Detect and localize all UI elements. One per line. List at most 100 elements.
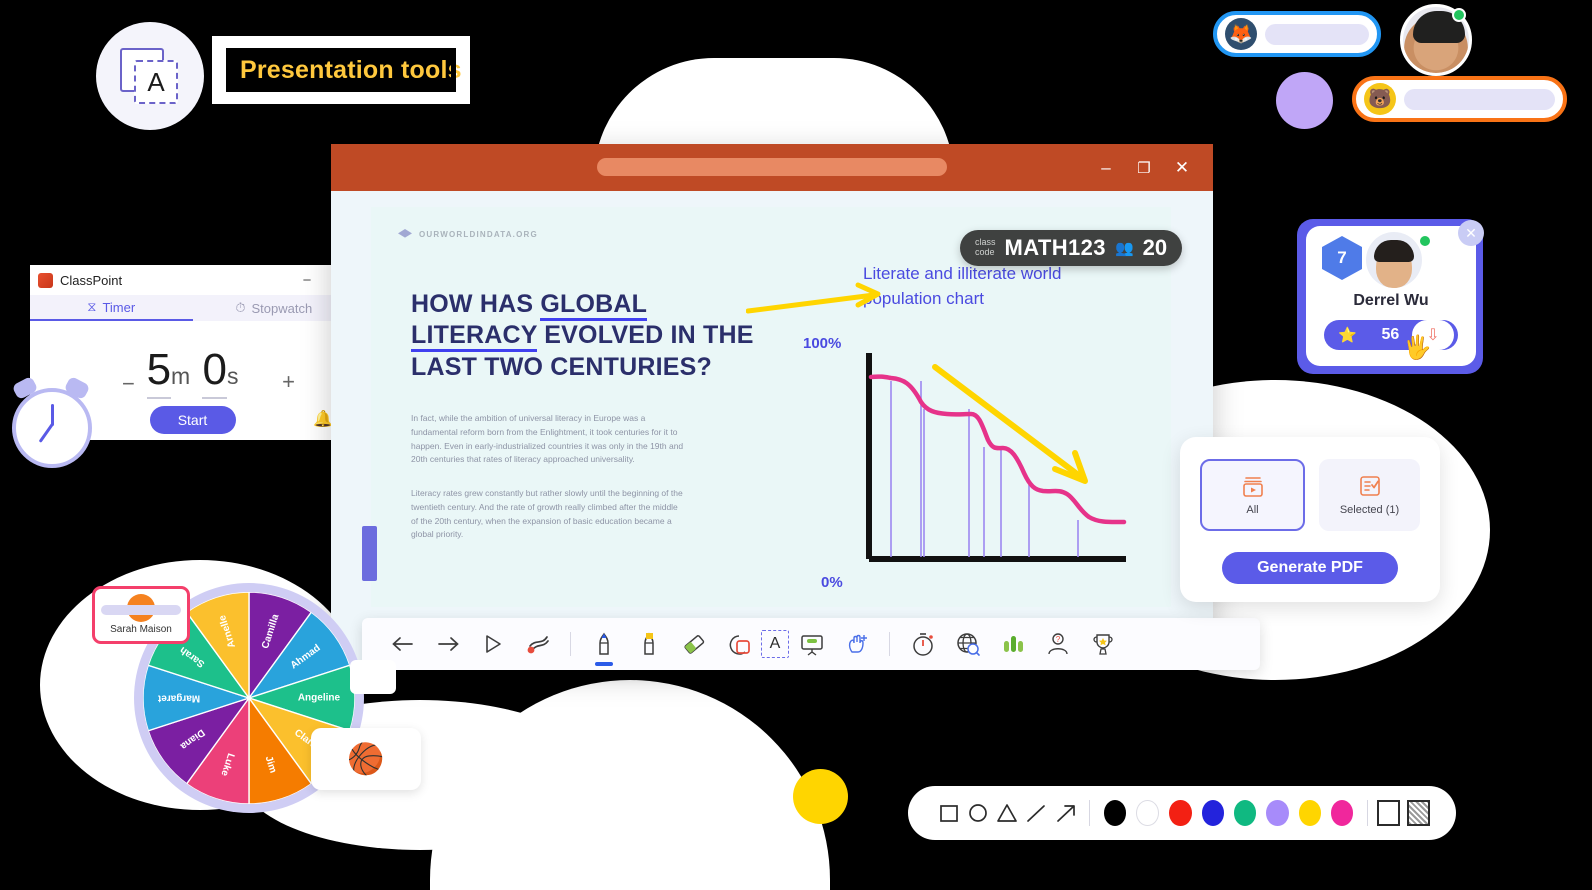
class-code-label: class code bbox=[975, 237, 996, 257]
rectangle-shape-button[interactable] bbox=[934, 796, 963, 830]
hourglass-icon: ⧖ bbox=[87, 299, 97, 314]
pen-tool-button[interactable] bbox=[581, 624, 626, 666]
wheel-segment-label: Angeline bbox=[298, 693, 341, 704]
title-placeholder-bar bbox=[597, 158, 947, 176]
bear-avatar-icon: 🐻 bbox=[1364, 83, 1396, 115]
y-axis-label-min: 0% bbox=[821, 574, 843, 591]
slide-canvas[interactable]: OURWORLDINDATA.ORG HOW HAS GLOBAL LITERAC… bbox=[371, 207, 1171, 607]
slides-stack-icon bbox=[1242, 477, 1263, 497]
presentation-maximize-button[interactable]: ❐ bbox=[1125, 153, 1163, 183]
previous-slide-button[interactable] bbox=[380, 624, 425, 664]
pdf-option-all[interactable]: All bbox=[1200, 459, 1305, 531]
color-swatch-blue[interactable] bbox=[1201, 800, 1224, 826]
selected-name-label: Sarah Maison bbox=[110, 624, 172, 635]
fill-hatch-button[interactable] bbox=[1407, 800, 1431, 826]
annotation-arrow-trend bbox=[932, 364, 1088, 484]
presentation-minimize-button[interactable]: – bbox=[1087, 153, 1125, 183]
shapes-tool-button[interactable] bbox=[716, 624, 761, 664]
eraser-tool-button[interactable] bbox=[671, 624, 716, 664]
toolbar-divider bbox=[1367, 800, 1369, 826]
generate-pdf-button[interactable]: Generate PDF bbox=[1222, 552, 1398, 584]
timer-seconds[interactable]: 0 bbox=[202, 345, 227, 399]
selected-name-bar bbox=[101, 605, 181, 615]
presenter-toolbar: A ? bbox=[362, 618, 1260, 670]
student-points-row[interactable]: ⭐ 56 ⇩ bbox=[1324, 320, 1458, 350]
class-code-badge[interactable]: class code MATH123 👥 20 bbox=[960, 230, 1183, 266]
highlighter-tool-button[interactable] bbox=[626, 624, 671, 664]
pdf-option-all-label: All bbox=[1246, 504, 1259, 516]
student-name: Derrel Wu bbox=[1353, 292, 1429, 309]
whiteboard-button[interactable] bbox=[789, 624, 834, 664]
online-status-dot bbox=[1452, 8, 1466, 22]
fill-none-button[interactable] bbox=[1377, 800, 1401, 826]
star-icon: ⭐ bbox=[1338, 327, 1357, 344]
timer-seconds-unit: s bbox=[226, 363, 239, 389]
bar-chart-button[interactable] bbox=[990, 624, 1035, 664]
background-yellow-dot bbox=[793, 769, 848, 824]
tab-timer-label: Timer bbox=[102, 299, 136, 315]
bell-icon[interactable]: 🔔 bbox=[313, 409, 333, 429]
presentation-title-bar: – ❐ ✕ bbox=[331, 144, 1213, 191]
pill-name-placeholder bbox=[1265, 23, 1369, 45]
color-swatch-red[interactable] bbox=[1169, 800, 1192, 826]
owid-logo-icon bbox=[398, 229, 412, 238]
next-slide-button[interactable] bbox=[425, 624, 470, 664]
start-timer-button[interactable]: Start bbox=[149, 406, 236, 434]
y-axis-label-max: 100% bbox=[803, 335, 842, 352]
color-swatch-black[interactable] bbox=[1104, 800, 1127, 826]
laser-pointer-button[interactable] bbox=[515, 624, 560, 664]
arrow-shape-button[interactable] bbox=[1051, 796, 1080, 830]
pointer-tool-button[interactable] bbox=[470, 624, 515, 664]
pdf-option-selected-label: Selected (1) bbox=[1339, 504, 1400, 516]
leaderboard-button[interactable] bbox=[1080, 624, 1125, 664]
text-box-button[interactable]: A bbox=[761, 630, 789, 658]
timer-minutes[interactable]: 5 bbox=[146, 345, 172, 399]
color-swatch-pink[interactable] bbox=[1331, 800, 1354, 826]
class-code-value: MATH123 bbox=[1004, 235, 1106, 260]
online-status-dot bbox=[1418, 234, 1432, 248]
selected-name-card: Sarah Maison bbox=[92, 586, 190, 644]
text-box-icon: A bbox=[120, 48, 182, 106]
timer-button[interactable] bbox=[900, 624, 945, 664]
color-swatch-yellow[interactable] bbox=[1298, 800, 1322, 826]
student-card[interactable]: 7 Derrel Wu ⭐ 56 ⇩ ✕ bbox=[1306, 220, 1484, 366]
reward-card: 🏀 bbox=[311, 728, 421, 790]
participant-pill-fox[interactable]: 🦊 bbox=[1213, 11, 1381, 57]
slide-scroll-indicator[interactable] bbox=[362, 526, 377, 581]
close-icon[interactable]: ✕ bbox=[1458, 220, 1484, 246]
tab-timer[interactable]: ⧖ Timer bbox=[30, 295, 193, 321]
pdf-option-selected[interactable]: Selected (1) bbox=[1319, 459, 1420, 531]
participant-pill-bear[interactable]: 🐻 bbox=[1352, 76, 1567, 122]
color-swatch-green[interactable] bbox=[1233, 800, 1257, 826]
literacy-chart: 100% 0% bbox=[803, 335, 1131, 591]
presentation-tools-label: Presentation tools bbox=[240, 55, 462, 84]
shape-color-toolbar bbox=[908, 786, 1456, 840]
color-swatch-purple[interactable] bbox=[1266, 800, 1289, 826]
increase-time-button[interactable]: + bbox=[282, 369, 295, 395]
letter-a-glyph: A bbox=[134, 60, 178, 104]
ellipse-shape-button[interactable] bbox=[963, 796, 992, 830]
stopwatch-icon: ⏱ bbox=[235, 300, 246, 315]
color-swatch-white[interactable] bbox=[1136, 800, 1160, 826]
source-attribution: OURWORLDINDATA.ORG bbox=[398, 229, 538, 240]
classpoint-logo-icon bbox=[38, 272, 53, 288]
basketball-icon: 🏀 bbox=[347, 742, 385, 776]
browser-button[interactable] bbox=[945, 624, 990, 664]
minimize-button[interactable]: − bbox=[296, 272, 318, 289]
toolbar-divider bbox=[1089, 800, 1091, 826]
timer-minutes-unit: m bbox=[171, 363, 191, 389]
wheel-segment-label: Margaret bbox=[157, 692, 200, 703]
timer-tabs: ⧖ Timer ⏱ Stopwatch bbox=[30, 295, 355, 321]
line-shape-button[interactable] bbox=[1022, 796, 1051, 830]
drag-tool-button[interactable] bbox=[834, 624, 879, 664]
participant-count: 20 bbox=[1142, 235, 1168, 260]
background-purple-dot bbox=[1276, 72, 1333, 129]
presentation-close-button[interactable]: ✕ bbox=[1163, 153, 1201, 183]
pick-name-button[interactable]: ? bbox=[1035, 624, 1080, 664]
slide-paragraph-2: Literacy rates grew constantly but rathe… bbox=[411, 488, 683, 540]
people-icon: 👥 bbox=[1114, 240, 1134, 257]
mouse-cursor: 🖐 bbox=[1403, 334, 1432, 360]
triangle-shape-button[interactable] bbox=[993, 796, 1022, 830]
chart-title: Literate and illiterate world population… bbox=[863, 264, 1062, 308]
svg-text:?: ? bbox=[1055, 635, 1060, 644]
